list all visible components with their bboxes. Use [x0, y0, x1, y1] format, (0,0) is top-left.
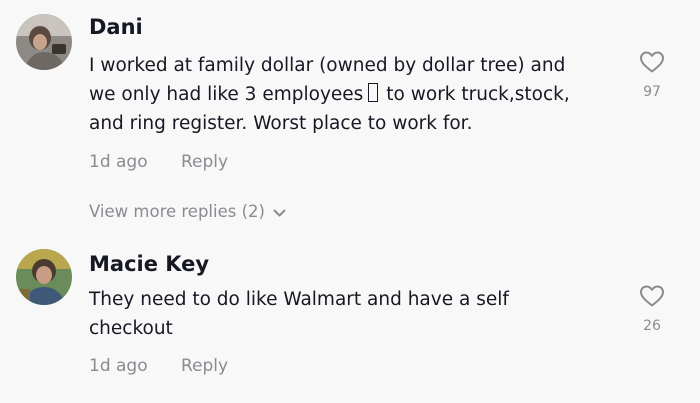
reply-button[interactable]: Reply: [181, 152, 228, 172]
comment-username[interactable]: Dani: [89, 15, 143, 39]
like-button[interactable]: 26: [632, 284, 672, 334]
chevron-down-icon: [273, 203, 286, 222]
avatar[interactable]: [16, 249, 72, 305]
comment-text-line: we only had like 3 employees to work truc…: [89, 80, 609, 109]
comment-meta: 1d ago Reply: [89, 152, 228, 172]
comment-username[interactable]: Macie Key: [89, 252, 209, 276]
reply-button[interactable]: Reply: [181, 356, 228, 376]
like-count: 26: [643, 318, 661, 334]
heart-outline-icon: [640, 51, 664, 73]
like-button[interactable]: 97: [632, 50, 672, 100]
comment-text-segment: to work truck,stock,: [386, 84, 570, 105]
comment-text-segment: we only had like 3 employees: [89, 84, 364, 105]
view-more-replies[interactable]: View more replies (2): [89, 202, 286, 222]
comment-text: They need to do like Walmart and have a …: [89, 285, 609, 343]
comment-meta: 1d ago Reply: [89, 356, 228, 376]
view-more-label: View more replies (2): [89, 202, 265, 221]
comment-text-line: I worked at family dollar (owned by doll…: [89, 55, 566, 76]
missing-emoji-box: [368, 83, 379, 102]
comment-time: 1d ago: [89, 152, 148, 172]
heart-outline-icon: [640, 285, 664, 307]
comment-text-line: They need to do like Walmart and have a …: [89, 289, 509, 310]
like-count: 97: [643, 84, 661, 100]
comment-text-line: checkout: [89, 318, 173, 339]
comment-time: 1d ago: [89, 356, 148, 376]
comment-text-line: and ring register. Worst place to work f…: [89, 113, 473, 134]
comment-text: I worked at family dollar (owned by doll…: [89, 51, 609, 138]
avatar[interactable]: [16, 14, 72, 70]
